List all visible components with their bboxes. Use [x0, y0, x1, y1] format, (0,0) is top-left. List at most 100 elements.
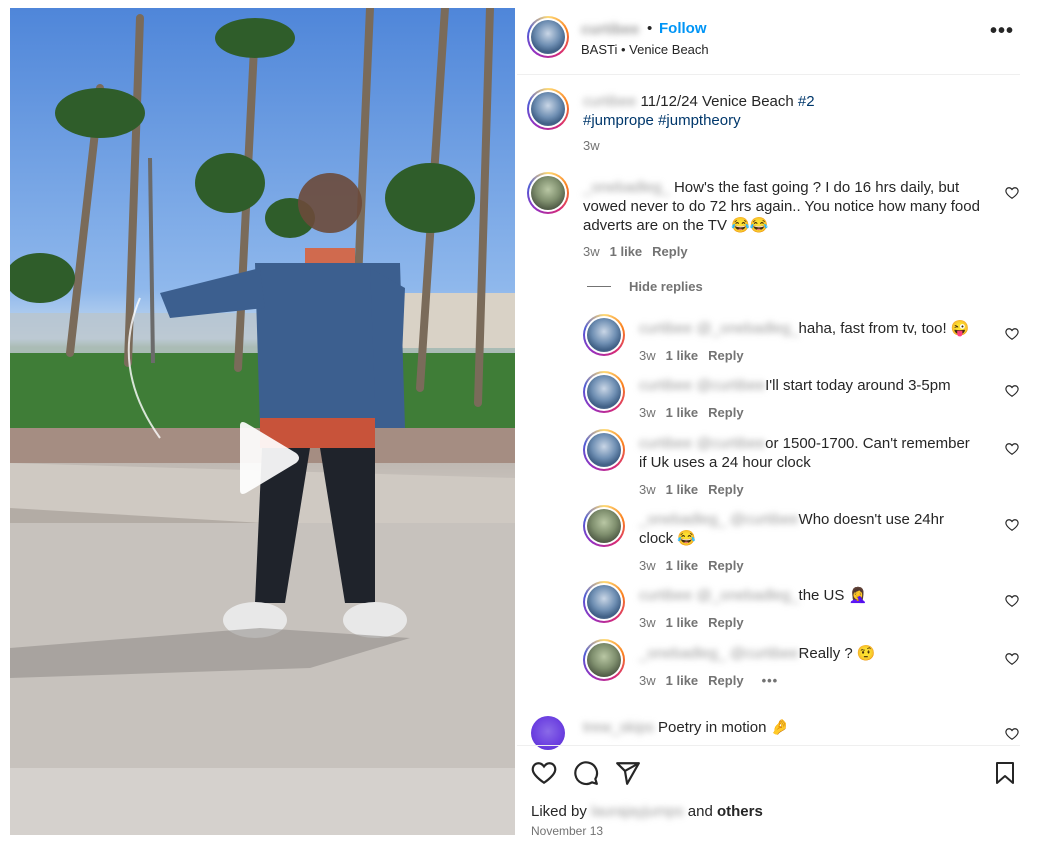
liked-user[interactable]: laurajayjumps — [591, 803, 684, 820]
comment-icon[interactable] — [573, 760, 599, 786]
heart-icon[interactable] — [1005, 327, 1019, 341]
reply-username[interactable]: _onebadleg_ — [639, 511, 726, 528]
separator-dot: • — [647, 20, 653, 37]
play-icon[interactable] — [232, 420, 302, 496]
liked-prefix: Liked by — [531, 803, 592, 820]
heart-icon[interactable] — [1005, 518, 1019, 532]
comment-body: trew_skips Poetry in motion 🤌 — [583, 718, 983, 737]
hashtag-link[interactable]: #jumptheory — [658, 112, 741, 129]
reply-time: 3w — [639, 348, 656, 363]
comment-text: Poetry in motion 🤌 — [658, 719, 790, 736]
reply-text: clock 😂 — [639, 530, 697, 547]
comment-options-icon[interactable]: ••• — [762, 673, 779, 688]
reply-mention[interactable]: @_onebadleg_ — [697, 587, 799, 604]
reply-body: curtibee @_onebadleg_the US 🤦‍♀️ — [639, 586, 989, 605]
reply-body: curtibee @curtibeeor 1500-1700. Can't re… — [639, 434, 989, 472]
reply-meta: 3w 1 like Reply — [639, 558, 744, 573]
commenter-avatar[interactable] — [527, 172, 569, 214]
reply-likes[interactable]: 1 like — [666, 558, 699, 573]
reply-username[interactable]: _onebadleg_ — [639, 645, 726, 662]
reply-button[interactable]: Reply — [708, 673, 743, 688]
caption-text: 11/12/24 Venice Beach — [640, 93, 798, 110]
heart-icon[interactable] — [1005, 442, 1019, 456]
comment-text: adverts are on the TV 😂😂 — [583, 217, 769, 234]
reply-button[interactable]: Reply — [708, 482, 743, 497]
reply-time: 3w — [639, 482, 656, 497]
reply-body: _onebadleg_ @curtibeeWho doesn't use 24h… — [639, 510, 989, 548]
reply-time: 3w — [639, 405, 656, 420]
author-username[interactable]: curtibee — [581, 21, 639, 38]
post-date: November 13 — [531, 824, 604, 838]
more-options-icon[interactable]: ••• — [990, 21, 1014, 41]
reply-body: curtibee @curtibeeI'll start today aroun… — [639, 376, 989, 395]
hashtag-link[interactable]: #jumprope — [583, 112, 654, 129]
reply-mention[interactable]: @_onebadleg_ — [697, 320, 799, 337]
actions-divider — [517, 745, 1020, 746]
heart-icon[interactable] — [1005, 384, 1019, 398]
reply-username[interactable]: curtibee — [639, 320, 692, 337]
reply-username[interactable]: curtibee — [639, 587, 692, 604]
comment-username[interactable]: trew_skips — [583, 719, 654, 736]
caption-avatar[interactable] — [527, 88, 569, 130]
reply-text: I'll start today around 3-5pm — [765, 377, 951, 394]
reply-button[interactable]: Reply — [708, 615, 743, 630]
reply-meta: 3w 1 like Reply — [639, 348, 744, 363]
caption-time: 3w — [583, 138, 600, 153]
reply-meta: 3w 1 like Reply — [639, 405, 744, 420]
reply-avatar[interactable] — [583, 314, 625, 356]
heart-icon[interactable] — [1005, 594, 1019, 608]
reply-text: haha, fast from tv, too! 😜 — [798, 320, 970, 337]
reply-body: _onebadleg_ @curtibeeReally ? 🤨 — [639, 644, 989, 663]
author-avatar[interactable] — [527, 16, 569, 58]
reply-likes[interactable]: 1 like — [666, 405, 699, 420]
reply-time: 3w — [639, 673, 656, 688]
reply-likes[interactable]: 1 like — [666, 673, 699, 688]
liked-others[interactable]: others — [717, 803, 763, 820]
reply-likes[interactable]: 1 like — [666, 615, 699, 630]
heart-icon[interactable] — [531, 760, 557, 786]
reply-button[interactable]: Reply — [708, 405, 743, 420]
comment-likes[interactable]: 1 like — [610, 244, 643, 259]
heart-icon[interactable] — [1005, 186, 1019, 200]
reply-text: if Uk uses a 24 hour clock — [639, 454, 811, 471]
heart-icon[interactable] — [1005, 727, 1019, 741]
hide-replies-button[interactable]: Hide replies — [629, 279, 703, 294]
reply-avatar[interactable] — [583, 639, 625, 681]
reply-username[interactable]: curtibee — [639, 435, 692, 452]
comment-text: How's the fast going ? I do 16 hrs daily… — [673, 179, 960, 196]
heart-icon[interactable] — [1005, 652, 1019, 666]
reply-mention[interactable]: @curtibee — [730, 645, 799, 662]
reply-likes[interactable]: 1 like — [666, 482, 699, 497]
post-subtitle[interactable]: BASTi • Venice Beach — [581, 42, 709, 57]
reply-mention[interactable]: @curtibee — [697, 435, 766, 452]
share-icon[interactable] — [615, 760, 641, 786]
reply-text: the US 🤦‍♀️ — [798, 587, 868, 604]
reply-meta: 3w 1 like Reply — [639, 615, 744, 630]
reply-button[interactable]: Reply — [708, 558, 743, 573]
reply-mention[interactable]: @curtibee — [697, 377, 766, 394]
post-video[interactable] — [10, 8, 515, 835]
comment-username[interactable]: _onebadleg_ — [583, 179, 670, 196]
reply-button[interactable]: Reply — [708, 348, 743, 363]
reply-username[interactable]: curtibee — [639, 377, 692, 394]
reply-body: curtibee @_onebadleg_haha, fast from tv,… — [639, 319, 989, 338]
reply-button[interactable]: Reply — [652, 244, 687, 259]
liked-mid: and — [683, 803, 717, 820]
caption-username[interactable]: curtibee — [583, 93, 636, 110]
reply-avatar[interactable] — [583, 429, 625, 471]
comment-text: vowed never to do 72 hrs again.. You not… — [583, 198, 980, 215]
hashtag-link[interactable]: #2 — [798, 93, 815, 110]
reply-likes[interactable]: 1 like — [666, 348, 699, 363]
liked-by: Liked by laurajayjumps and others — [531, 803, 763, 820]
reply-avatar[interactable] — [583, 581, 625, 623]
reply-text: Who doesn't use 24hr — [798, 511, 944, 528]
reply-avatar[interactable] — [583, 371, 625, 413]
caption: curtibee 11/12/24 Venice Beach #2 #jumpr… — [583, 92, 1003, 130]
reply-mention[interactable]: @curtibee — [730, 511, 799, 528]
reply-avatar[interactable] — [583, 505, 625, 547]
bookmark-icon[interactable] — [993, 760, 1017, 786]
follow-button[interactable]: Follow — [659, 20, 707, 37]
hide-replies-line — [587, 286, 611, 287]
reply-time: 3w — [639, 615, 656, 630]
reply-time: 3w — [639, 558, 656, 573]
